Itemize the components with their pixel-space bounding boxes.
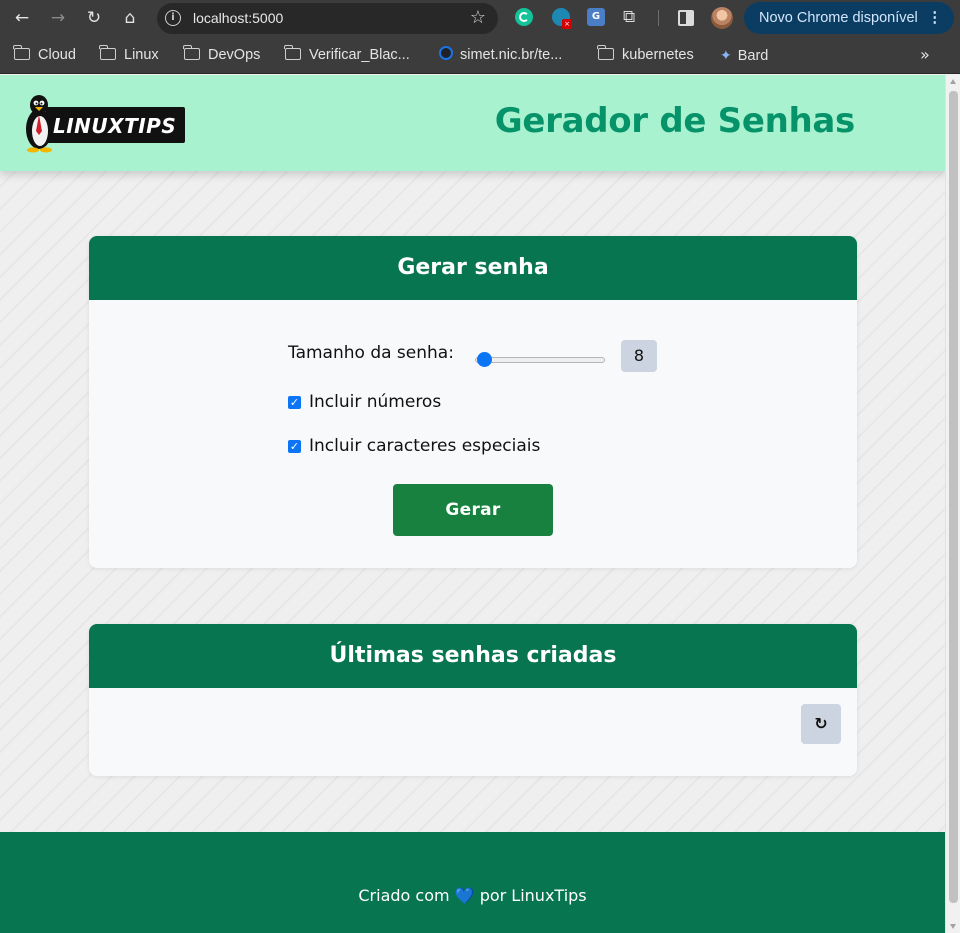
generate-button[interactable]: Gerar [393, 484, 553, 536]
scroll-up-icon[interactable] [950, 79, 956, 84]
include-special-checkbox[interactable]: ✓ [288, 440, 301, 453]
address-text[interactable]: localhost:5000 [193, 10, 283, 26]
folder-icon [13, 45, 30, 60]
bookmark-label: DevOps [208, 47, 261, 63]
bookmarks-bar: Cloud Linux DevOps Verificar_Blac... sim… [0, 37, 960, 74]
extensions-puzzle-icon[interactable]: ⧉ [623, 8, 641, 26]
footer-suffix: por LinuxTips [479, 886, 587, 905]
page-scrollbar[interactable] [945, 75, 960, 933]
footer-prefix: Criado com [358, 886, 450, 905]
side-panel-icon[interactable] [678, 10, 694, 26]
sparkle-icon: ✦ [720, 47, 732, 63]
scroll-thumb[interactable] [949, 91, 958, 903]
folder-icon [183, 45, 200, 60]
scroll-down-icon[interactable] [950, 924, 956, 929]
password-length-slider[interactable] [475, 352, 605, 367]
heart-icon: 💙 [454, 886, 475, 905]
include-numbers-label[interactable]: Incluir números [309, 392, 441, 412]
bookmark-kubernetes[interactable]: kubernetes [597, 45, 694, 66]
forward-icon[interactable]: → [46, 6, 70, 30]
bookmark-linux[interactable]: Linux [99, 45, 159, 66]
password-length-value: 8 [621, 340, 657, 372]
chrome-update-button[interactable]: Novo Chrome disponível ⋮ [744, 2, 954, 34]
back-icon[interactable]: ← [10, 6, 34, 30]
folder-icon [99, 45, 116, 60]
footer-text: Criado com 💙 por LinuxTips [0, 886, 945, 905]
tux-penguin-icon [26, 95, 52, 153]
page-viewport: LINUXTIPS Gerador de Senhas Gerar senha … [0, 75, 945, 933]
extension-error-badge-icon: × [562, 19, 572, 29]
home-icon[interactable]: ⌂ [118, 6, 142, 30]
toolbar-divider [658, 10, 659, 26]
site-header: LINUXTIPS Gerador de Senhas [0, 75, 945, 171]
address-bar[interactable]: i localhost:5000 ☆ [157, 3, 498, 34]
bookmark-label: kubernetes [622, 47, 694, 63]
bookmark-label: Verificar_Blac... [309, 47, 410, 63]
page-title: Gerador de Senhas [494, 101, 856, 141]
reload-icon[interactable]: ↻ [82, 6, 106, 30]
site-favicon-icon [439, 46, 453, 60]
folder-icon [597, 45, 614, 60]
bookmark-verificar[interactable]: Verificar_Blac... [284, 45, 410, 66]
bookmarks-overflow-icon[interactable]: » [920, 45, 930, 64]
generator-card-title: Gerar senha [89, 236, 857, 300]
bookmark-devops[interactable]: DevOps [183, 45, 261, 66]
browser-toolbar: ← → ↻ ⌂ i localhost:5000 ☆ × G ⧉ Novo Ch… [0, 0, 960, 37]
site-footer: Criado com 💙 por LinuxTips [0, 832, 945, 933]
refresh-button[interactable]: ↻ [801, 704, 841, 744]
logo-text: LINUXTIPS [53, 114, 177, 138]
translate-extension-icon[interactable]: G [587, 8, 605, 26]
password-length-label: Tamanho da senha: [288, 343, 454, 363]
chrome-update-label: Novo Chrome disponível [759, 10, 918, 26]
history-card: Últimas senhas criadas ↻ [89, 624, 857, 776]
slider-thumb[interactable] [477, 352, 492, 367]
profile-avatar[interactable] [711, 7, 733, 29]
linuxtips-logo: LINUXTIPS [22, 93, 187, 155]
bookmark-label: simet.nic.br/te... [460, 47, 563, 63]
slider-track [475, 357, 605, 363]
grammarly-extension-icon[interactable] [515, 8, 533, 26]
include-numbers-checkbox[interactable]: ✓ [288, 396, 301, 409]
folder-icon [284, 45, 301, 60]
site-info-icon[interactable]: i [165, 10, 181, 26]
menu-kebab-icon[interactable]: ⋮ [928, 2, 943, 34]
include-special-label[interactable]: Incluir caracteres especiais [309, 436, 540, 456]
history-card-title: Últimas senhas criadas [89, 624, 857, 688]
refresh-icon: ↻ [814, 714, 828, 733]
bookmark-label: Linux [124, 47, 159, 63]
bookmark-bard[interactable]: ✦ Bard [720, 46, 768, 66]
generator-card: Gerar senha Tamanho da senha: 8 ✓ Inclui… [89, 236, 857, 568]
bookmark-label: Bard [737, 48, 769, 64]
bookmark-cloud[interactable]: Cloud [13, 45, 76, 66]
bookmark-star-icon[interactable]: ☆ [470, 7, 486, 28]
bookmark-label: Cloud [38, 47, 76, 63]
bookmark-simet[interactable]: simet.nic.br/te... [439, 46, 562, 66]
